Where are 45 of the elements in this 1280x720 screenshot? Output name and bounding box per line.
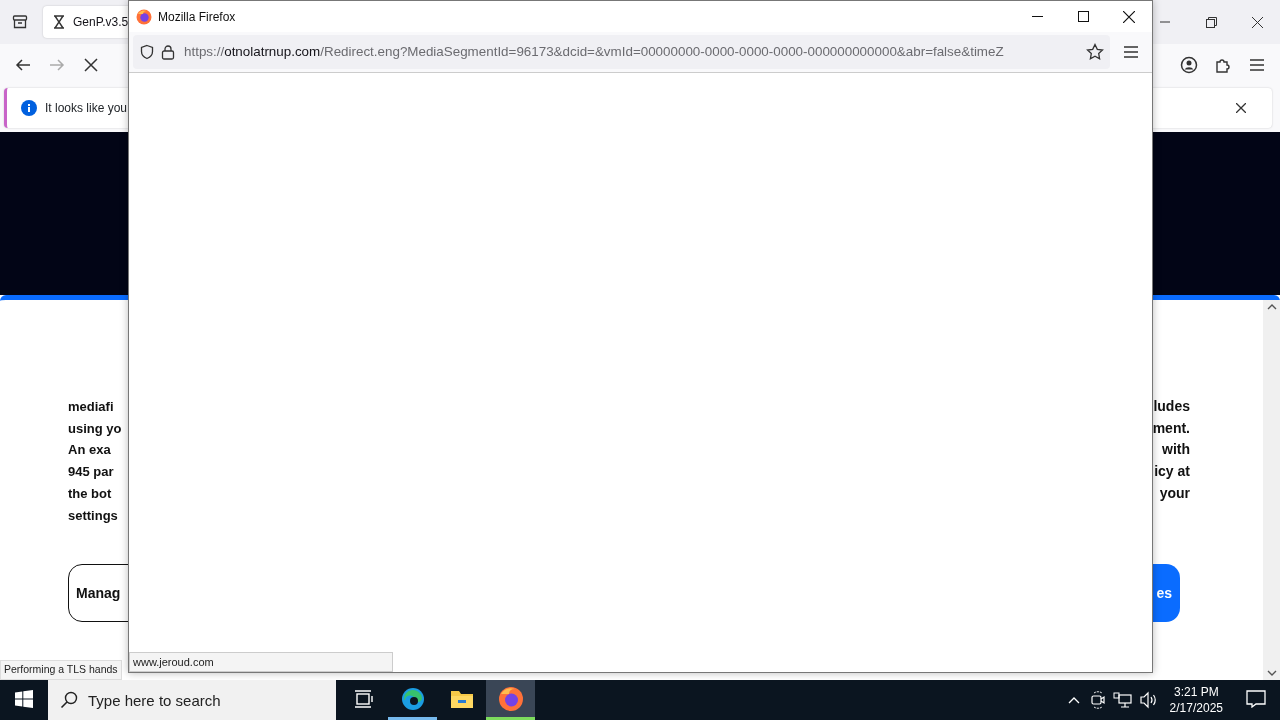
text-line: ment. [1152,418,1190,438]
address-bar[interactable]: https://otnolatrnup.com/Redirect.eng?MediaSegmentId=96173&dcid=&vmId=00000000-0000-0000-0000-000000000000&abr=false&timeZ [133,35,1110,69]
camera-icon[interactable] [1088,691,1107,709]
restore-icon [1205,16,1217,28]
text-line: An exa [68,441,112,460]
close-icon [1123,10,1135,23]
window-title: Mozilla Firefox [158,8,236,26]
clock-date[interactable]: 2/17/2025 [1169,700,1223,716]
text-line: icy at [1154,462,1190,482]
search-icon [60,691,78,709]
chevron-up-icon[interactable] [1266,303,1277,311]
text-line: 945 par [68,463,115,482]
status-text: Performing a TLS hands [0,660,122,680]
link-status-text: www.jeroud.com [129,651,393,672]
edge-icon [400,686,425,711]
url-text: https://otnolatrnup.com/Redirect.eng?MediaSegmentId=96173&dcid=&vmId=00000000-0000-0000-0000-000000000000&abr=false&timeZ [184,42,1004,61]
hourglass-icon [53,15,65,29]
close-icon [1251,16,1263,28]
stop-icon [84,58,98,72]
maximize-icon [1077,11,1089,22]
forward-icon [49,57,65,73]
back-icon [15,57,31,73]
text-line: with [1162,440,1190,460]
star-icon[interactable] [1086,43,1104,61]
text-line: mediafi [68,398,115,416]
lock-icon [161,44,175,60]
notification-text: It looks like you [45,100,128,117]
text-line: ludes [1153,397,1190,416]
firefox-icon [136,8,152,25]
clock-time[interactable]: 3:21 PM [1173,684,1219,700]
firefox-icon [497,685,524,712]
shield-icon [139,44,155,60]
volume-icon[interactable] [1138,691,1159,709]
scrollbar[interactable] [1263,300,1280,680]
text-line: your [1159,483,1190,503]
start-icon [15,689,33,708]
text-line: using yo [68,419,122,438]
chevron-down-icon[interactable] [1266,669,1277,677]
search-field[interactable]: Type here to search [48,680,336,720]
text-line: settings [68,506,119,525]
info-icon [21,100,37,116]
close-icon [1236,103,1246,113]
network-icon[interactable] [1112,691,1133,709]
taskbar-app-button[interactable] [486,680,535,720]
text-line: the bot [68,484,113,503]
